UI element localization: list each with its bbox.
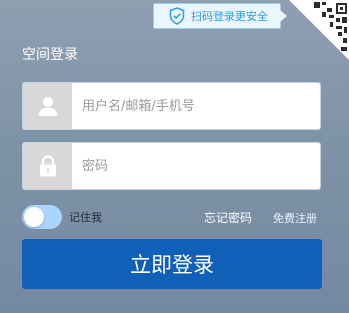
login-button[interactable]: 立即登录 [22,239,322,289]
login-panel: 扫码登录更安全 空间登录 用户名/邮箱/手机号 记住我 忘记密码 免费注册 立即… [0,0,349,313]
remember-me-label: 记住我 [69,211,102,224]
shield-check-icon [169,7,185,25]
login-title: 空间登录 [22,47,78,63]
remember-me-toggle[interactable] [22,205,62,229]
register-link[interactable]: 免费注册 [273,210,317,226]
lock-icon [23,143,72,189]
username-field[interactable] [22,82,321,130]
password-input[interactable] [72,143,320,189]
user-icon [23,83,72,129]
username-input[interactable] [72,83,320,129]
toggle-knob [24,207,44,227]
password-field[interactable] [22,142,321,190]
qr-code-icon[interactable] [289,0,349,60]
qr-tip-text: 扫码登录更安全 [191,10,268,23]
forgot-password-link[interactable]: 忘记密码 [204,209,252,226]
qr-login-tip[interactable]: 扫码登录更安全 [153,3,287,29]
